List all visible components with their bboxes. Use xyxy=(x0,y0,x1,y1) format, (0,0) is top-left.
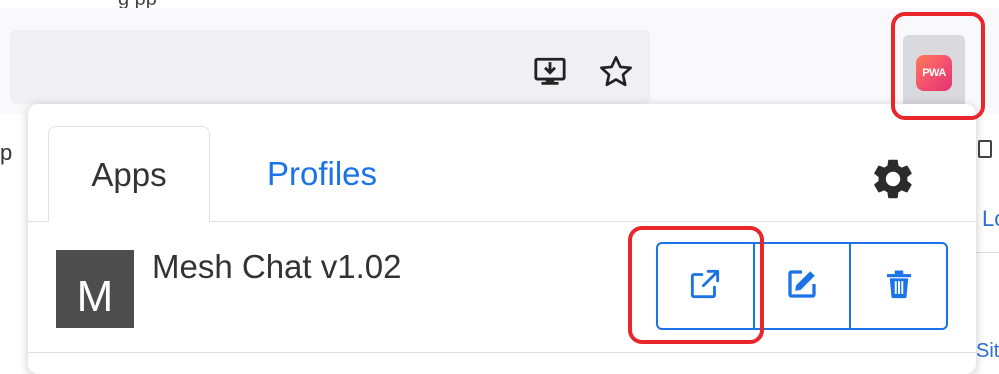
background-link-fragment: Sit xyxy=(976,340,999,362)
tab-bar: Apps Profiles xyxy=(28,104,976,222)
delete-icon xyxy=(882,267,916,306)
background-divider xyxy=(976,252,999,253)
gear-icon[interactable] xyxy=(866,152,920,206)
tab-profiles[interactable]: Profiles xyxy=(242,126,402,222)
tab-apps[interactable]: Apps xyxy=(48,126,210,222)
avatar: M xyxy=(56,250,134,328)
delete-button[interactable] xyxy=(849,244,946,328)
edit-icon xyxy=(784,266,820,307)
highlight-extension-button xyxy=(891,12,985,120)
browser-toolbar: PWA xyxy=(0,8,999,114)
background-checkbox xyxy=(978,140,992,158)
highlight-launch-button xyxy=(628,226,764,344)
background-text-fragment: p xyxy=(0,140,13,165)
app-name: Mesh Chat v1.02 xyxy=(152,248,402,285)
extension-popup: Apps Profiles M Mesh Chat v1.02 xyxy=(28,104,976,374)
edit-button[interactable] xyxy=(752,244,850,328)
caption-strip: g pp xyxy=(0,0,999,10)
install-app-icon[interactable] xyxy=(530,52,570,92)
background-link-fragment: Lo xyxy=(982,206,999,231)
list-item: M Mesh Chat v1.02 xyxy=(28,222,976,352)
row-divider xyxy=(28,352,976,353)
star-icon[interactable] xyxy=(596,52,636,92)
